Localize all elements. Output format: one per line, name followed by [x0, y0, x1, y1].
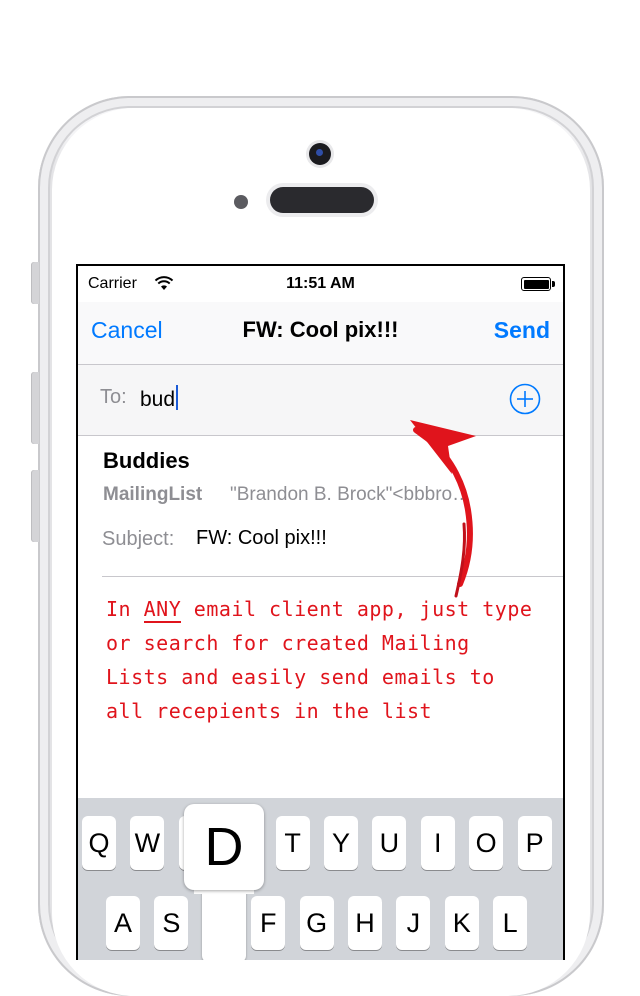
key-q[interactable]: Q	[82, 816, 116, 870]
key-a[interactable]: A	[106, 896, 140, 950]
subject-value: FW: Cool pix!!!	[196, 527, 327, 549]
key-h[interactable]: H	[348, 896, 382, 950]
battery-icon	[521, 277, 555, 291]
suggestion-address: "Brandon B. Brock"<bbbro…	[230, 484, 472, 505]
to-input-text: bud	[140, 388, 176, 411]
suggestion-type: MailingList	[103, 484, 203, 505]
annotation-line-3: Lists and easily send emails to	[106, 665, 495, 689]
mail-compose-view: Carrier 11:51 AM Cancel FW: Cool pix!!! …	[78, 266, 563, 960]
key-g[interactable]: G	[299, 896, 334, 950]
key-o[interactable]: O	[469, 816, 504, 870]
key-p[interactable]: P	[517, 816, 552, 870]
clock: 11:51 AM	[286, 275, 355, 292]
key-popup-d[interactable]: D	[184, 798, 264, 960]
to-field-row[interactable]: To: bud	[78, 365, 563, 436]
compose-title: FW: Cool pix!!!	[242, 317, 399, 342]
subject-label: Subject:	[102, 528, 175, 550]
key-w[interactable]: W	[130, 816, 165, 870]
annotation-line-1: In ANY email client app, just type	[106, 597, 533, 623]
mute-switch	[31, 262, 39, 304]
annotation-line-2: or search for created Mailing	[106, 631, 470, 655]
volume-up-button	[31, 372, 39, 444]
to-label: To:	[100, 386, 127, 408]
key-k[interactable]: K	[444, 896, 479, 950]
key-u[interactable]: U	[372, 816, 407, 870]
promo-annotation: In ANY email client app, just type or se…	[106, 592, 546, 728]
send-button[interactable]: Send	[494, 317, 550, 344]
suggestion-name: Buddies	[103, 448, 190, 473]
text-caret	[176, 385, 179, 410]
key-i[interactable]: I	[420, 816, 455, 870]
front-camera	[309, 143, 331, 165]
key-j[interactable]: J	[396, 896, 431, 950]
volume-down-button	[31, 470, 39, 542]
plus-circle-icon[interactable]	[509, 383, 541, 415]
key-y[interactable]: Y	[324, 816, 358, 870]
to-input[interactable]: bud	[140, 385, 179, 412]
keyboard: QWERTYUIOP ASFGHJKL D	[78, 798, 563, 960]
key-t[interactable]: T	[275, 816, 310, 870]
proximity-sensor	[234, 195, 248, 209]
annotation-emphasis: ANY	[143, 597, 182, 623]
annotation-line-4: all recepients in the list	[106, 699, 433, 723]
key-popup-letter: D	[184, 804, 264, 890]
navigation-bar: Cancel FW: Cool pix!!! Send	[78, 302, 563, 365]
key-l[interactable]: L	[493, 896, 528, 950]
divider	[102, 576, 563, 577]
recipient-suggestion[interactable]: Buddies MailingList "Brandon B. Brock"<b…	[78, 436, 563, 580]
status-bar: Carrier 11:51 AM	[78, 266, 563, 302]
earpiece-speaker	[270, 187, 374, 213]
phone-screen: Carrier 11:51 AM Cancel FW: Cool pix!!! …	[76, 264, 565, 960]
